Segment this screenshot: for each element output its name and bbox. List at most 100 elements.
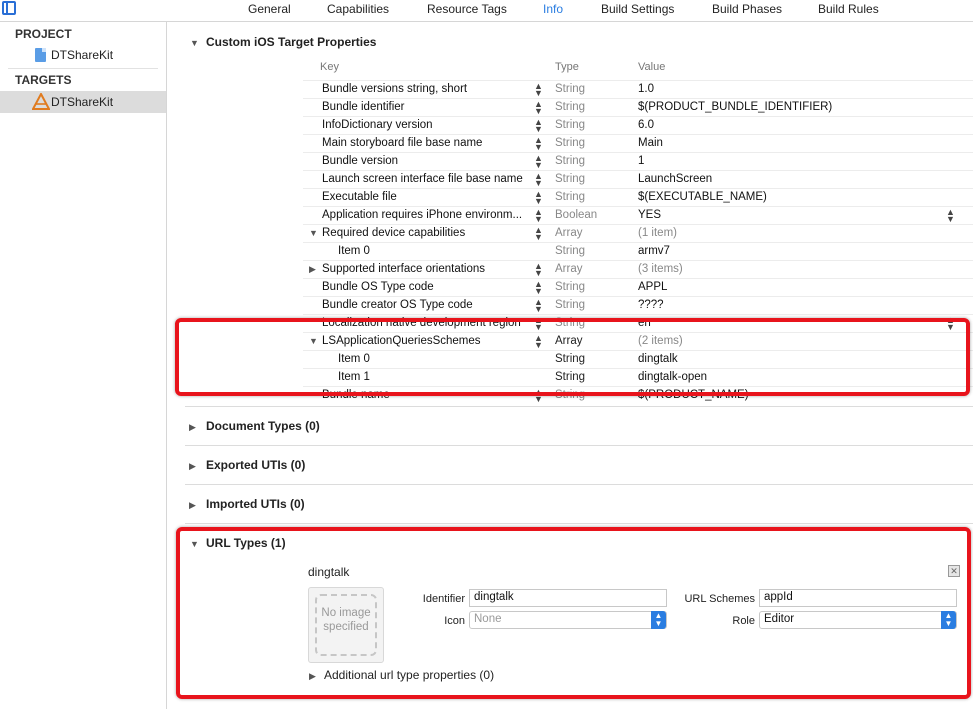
- chevron-updown-icon: ▲ ▼: [941, 611, 956, 629]
- plist-row[interactable]: InfoDictionary version ▲ ▼ String 6.0: [303, 116, 973, 134]
- identifier-field[interactable]: dingtalk: [469, 589, 667, 607]
- key-stepper-icon[interactable]: ▲ ▼: [534, 334, 543, 350]
- disclosure-closed-icon[interactable]: ▶: [309, 671, 316, 682]
- key-stepper-icon[interactable]: ▲ ▼: [534, 208, 543, 224]
- plist-row[interactable]: Main storyboard file base name ▲ ▼ String Ma…: [303, 134, 973, 152]
- plist-value: LaunchScreen: [638, 173, 713, 185]
- disclosure-open-icon[interactable]: ▼: [309, 336, 318, 346]
- value-stepper-icon[interactable]: ▲ ▼: [946, 208, 955, 224]
- plist-row[interactable]: ▼ Required device capabilities ▲ ▼ Array (1 i…: [303, 224, 973, 242]
- plist-row[interactable]: Bundle identifier ▲ ▼ String $(PRODUCT_BUNDL…: [303, 98, 973, 116]
- key-stepper-icon[interactable]: ▲ ▼: [534, 388, 543, 404]
- key-stepper-icon[interactable]: ▲ ▼: [534, 136, 543, 152]
- key-stepper-icon[interactable]: ▲ ▼: [534, 172, 543, 188]
- key-stepper-icon[interactable]: ▲ ▼: [534, 118, 543, 134]
- plist-row[interactable]: Bundle versions string, short ▲ ▼ String 1.0: [303, 80, 973, 98]
- plist-value: $(EXECUTABLE_NAME): [638, 191, 767, 203]
- plist-value: $(PRODUCT_BUNDLE_IDENTIFIER): [638, 101, 833, 113]
- url-schemes-label: URL Schemes: [684, 593, 755, 605]
- plist-row[interactable]: Bundle name ▲ ▼ String $(PRODUCT_NAME): [303, 386, 973, 404]
- column-value-header[interactable]: Value: [638, 61, 665, 73]
- icon-label: Icon: [444, 615, 465, 627]
- plist-value: dingtalk-open: [638, 371, 708, 383]
- plist-key: Item 1: [338, 371, 370, 383]
- plist-row[interactable]: Bundle creator OS Type code ▲ ▼ String????: [303, 296, 973, 314]
- imported-utis-title[interactable]: Imported UTIs (0): [206, 497, 305, 511]
- plist-row[interactable]: Launch screen interface file base name ▲ ▼…: [303, 170, 973, 188]
- key-stepper-icon[interactable]: ▲ ▼: [534, 298, 543, 314]
- disclosure-closed-icon[interactable]: ▶: [189, 422, 196, 433]
- delete-url-type-button[interactable]: ✕: [948, 565, 960, 577]
- sidebar-toggle-icon[interactable]: [2, 1, 16, 15]
- plist-row[interactable]: ▼ LSApplicationQueriesSchemes ▲ ▼ Array (2 it…: [303, 332, 973, 350]
- tab-capabilities[interactable]: Capabilities: [327, 2, 389, 16]
- key-stepper-icon[interactable]: ▲ ▼: [534, 82, 543, 98]
- plist-row[interactable]: Application requires iPhone environm... ▲…: [303, 206, 973, 224]
- plist-value: $(PRODUCT_NAME): [638, 389, 749, 401]
- url-type-image-well[interactable]: No image specified: [308, 587, 384, 663]
- project-file-icon: [35, 48, 46, 62]
- plist-row[interactable]: Item 0 String dingtalk: [303, 350, 973, 368]
- tab-general[interactable]: General: [248, 2, 291, 16]
- column-type-header[interactable]: Type: [555, 61, 579, 73]
- disclosure-closed-icon[interactable]: ▶: [189, 461, 196, 472]
- identifier-label: Identifier: [422, 593, 465, 605]
- plist-key: Bundle OS Type code: [322, 281, 434, 293]
- tab-build-settings[interactable]: Build Settings: [601, 2, 674, 16]
- custom-properties-title: Custom iOS Target Properties: [206, 35, 377, 49]
- plist-row[interactable]: Bundle version ▲ ▼ String 1: [303, 152, 973, 170]
- disclosure-open-icon[interactable]: ▼: [190, 539, 199, 549]
- tab-build-rules[interactable]: Build Rules: [818, 2, 879, 16]
- plist-value: (2 items): [638, 335, 683, 347]
- key-stepper-icon[interactable]: ▲ ▼: [534, 190, 543, 206]
- plist-key: Item 0: [338, 245, 370, 257]
- tab-build-phases[interactable]: Build Phases: [712, 2, 782, 16]
- plist-value: 6.0: [638, 119, 654, 131]
- plist-row[interactable]: Item 1 String dingtalk-open: [303, 368, 973, 386]
- tab-resource-tags[interactable]: Resource Tags: [427, 2, 507, 16]
- editor-tab-bar: General Capabilities Resource Tags Info …: [0, 0, 973, 22]
- project-navigator: PROJECT DTShareKit TARGETS DTShareKit: [0, 22, 167, 709]
- disclosure-open-icon[interactable]: ▼: [309, 228, 318, 238]
- plist-row[interactable]: Bundle OS Type code ▲ ▼ String APPL: [303, 278, 973, 296]
- section-divider: [185, 484, 973, 485]
- role-select[interactable]: Editor ▲ ▼: [759, 611, 957, 629]
- section-divider: [185, 523, 973, 524]
- plist-row[interactable]: Executable file ▲ ▼ String $(EXECUTABLE_NAME…: [303, 188, 973, 206]
- plist-type: String: [555, 101, 586, 113]
- app-target-icon: [32, 93, 50, 110]
- disclosure-closed-icon[interactable]: ▶: [189, 500, 196, 511]
- plist-key: Launch screen interface file base name: [322, 173, 523, 185]
- key-stepper-icon[interactable]: ▲ ▼: [534, 262, 543, 278]
- key-stepper-icon[interactable]: ▲ ▼: [534, 154, 543, 170]
- column-key-header[interactable]: Key: [320, 61, 339, 73]
- sidebar-divider: [8, 68, 158, 69]
- key-stepper-icon[interactable]: ▲ ▼: [534, 100, 543, 116]
- sidebar-item-target[interactable]: DTShareKit: [0, 91, 166, 113]
- disclosure-open-icon[interactable]: ▼: [190, 38, 199, 48]
- key-stepper-icon[interactable]: ▲ ▼: [534, 316, 543, 332]
- chevron-updown-icon: ▲ ▼: [651, 611, 666, 629]
- plist-row[interactable]: Localization native development region ▲ ▼…: [303, 314, 973, 332]
- plist-key: Main storyboard file base name: [322, 137, 483, 149]
- tab-info[interactable]: Info: [543, 2, 563, 16]
- plist-value: YES: [638, 209, 662, 221]
- icon-select[interactable]: None ▲ ▼: [469, 611, 667, 629]
- plist-type: String: [555, 119, 586, 131]
- key-stepper-icon[interactable]: ▲ ▼: [534, 280, 543, 296]
- url-types-title[interactable]: URL Types (1): [206, 536, 286, 550]
- plist-type: String: [555, 245, 586, 257]
- additional-url-properties[interactable]: Additional url type properties (0): [324, 668, 494, 682]
- plist-row[interactable]: ▶ Supported interface orientations ▲ ▼ Array…: [303, 260, 973, 278]
- key-stepper-icon[interactable]: ▲ ▼: [534, 226, 543, 242]
- info-editor: ▼ Custom iOS Target Properties Key Type …: [167, 22, 973, 709]
- plist-row[interactable]: Item 0 String armv7: [303, 242, 973, 260]
- document-types-title[interactable]: Document Types (0): [206, 419, 320, 433]
- plist-type: String: [555, 371, 586, 383]
- exported-utis-title[interactable]: Exported UTIs (0): [206, 458, 305, 472]
- value-stepper-icon[interactable]: ▲ ▼: [946, 316, 955, 332]
- url-schemes-field[interactable]: appId: [759, 589, 957, 607]
- sidebar-item-label: DTShareKit: [51, 48, 114, 62]
- disclosure-closed-icon[interactable]: ▶: [309, 264, 316, 275]
- sidebar-item-project[interactable]: DTShareKit: [0, 44, 166, 66]
